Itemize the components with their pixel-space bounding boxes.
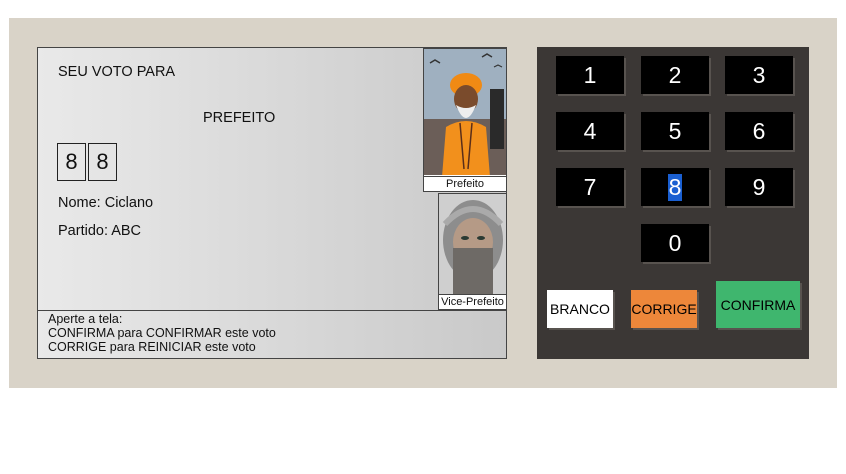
- key-4-label: 4: [583, 117, 597, 144]
- mayor-photo: Prefeito: [423, 48, 507, 192]
- ballot-screen: SEU VOTO PARA PREFEITO 8 8 Nome: Ciclano…: [37, 47, 507, 359]
- number-digit-1: 8: [57, 143, 86, 181]
- vice-mayor-image: [439, 194, 506, 294]
- blank-vote-button[interactable]: BRANCO: [547, 290, 613, 328]
- key-2[interactable]: 2: [641, 56, 709, 94]
- key-6-label: 6: [752, 117, 766, 144]
- key-8[interactable]: 8: [641, 168, 709, 206]
- key-9-label: 9: [752, 173, 766, 200]
- key-7-label: 7: [583, 173, 597, 200]
- confirm-button[interactable]: CONFIRMA: [716, 281, 800, 328]
- mayor-image: [424, 49, 506, 175]
- mayor-caption: Prefeito: [424, 176, 506, 191]
- key-8-label: 8: [667, 173, 683, 201]
- office-title: PREFEITO: [203, 110, 276, 126]
- key-7[interactable]: 7: [556, 168, 624, 206]
- instructions-line-2: CONFIRMA para CONFIRMAR este voto: [48, 326, 276, 340]
- key-6[interactable]: 6: [725, 112, 793, 150]
- ballot-main-area: SEU VOTO PARA PREFEITO 8 8 Nome: Ciclano…: [38, 48, 507, 310]
- instructions-line-3: CORRIGE para REINICIAR este voto: [48, 340, 256, 354]
- vote-heading: SEU VOTO PARA: [58, 64, 176, 80]
- key-9[interactable]: 9: [725, 168, 793, 206]
- instructions: Aperte a tela: CONFIRMA para CONFIRMAR e…: [38, 310, 506, 358]
- number-digit-2: 8: [88, 143, 117, 181]
- key-0[interactable]: 0: [641, 224, 709, 262]
- key-1[interactable]: 1: [556, 56, 624, 94]
- key-5-label: 5: [668, 117, 682, 144]
- candidate-number: 8 8: [57, 143, 119, 181]
- key-5[interactable]: 5: [641, 112, 709, 150]
- candidate-party: Partido: ABC: [58, 223, 142, 239]
- key-0-label: 0: [668, 229, 682, 256]
- correct-button[interactable]: CORRIGE: [631, 290, 697, 328]
- key-3-label: 3: [752, 61, 766, 88]
- key-3[interactable]: 3: [725, 56, 793, 94]
- instructions-line-1: Aperte a tela:: [48, 312, 123, 326]
- key-1-label: 1: [583, 61, 597, 88]
- key-2-label: 2: [668, 61, 682, 88]
- key-4[interactable]: 4: [556, 112, 624, 150]
- vice-mayor-caption: Vice-Prefeito: [439, 294, 506, 309]
- keypad-panel: 1 2 3 4 5 6 7 8 9 0 BRANCO CORRIGE CONFI…: [537, 47, 809, 359]
- vice-mayor-photo: Vice-Prefeito: [438, 193, 507, 310]
- candidate-name: Nome: Ciclano: [58, 195, 154, 211]
